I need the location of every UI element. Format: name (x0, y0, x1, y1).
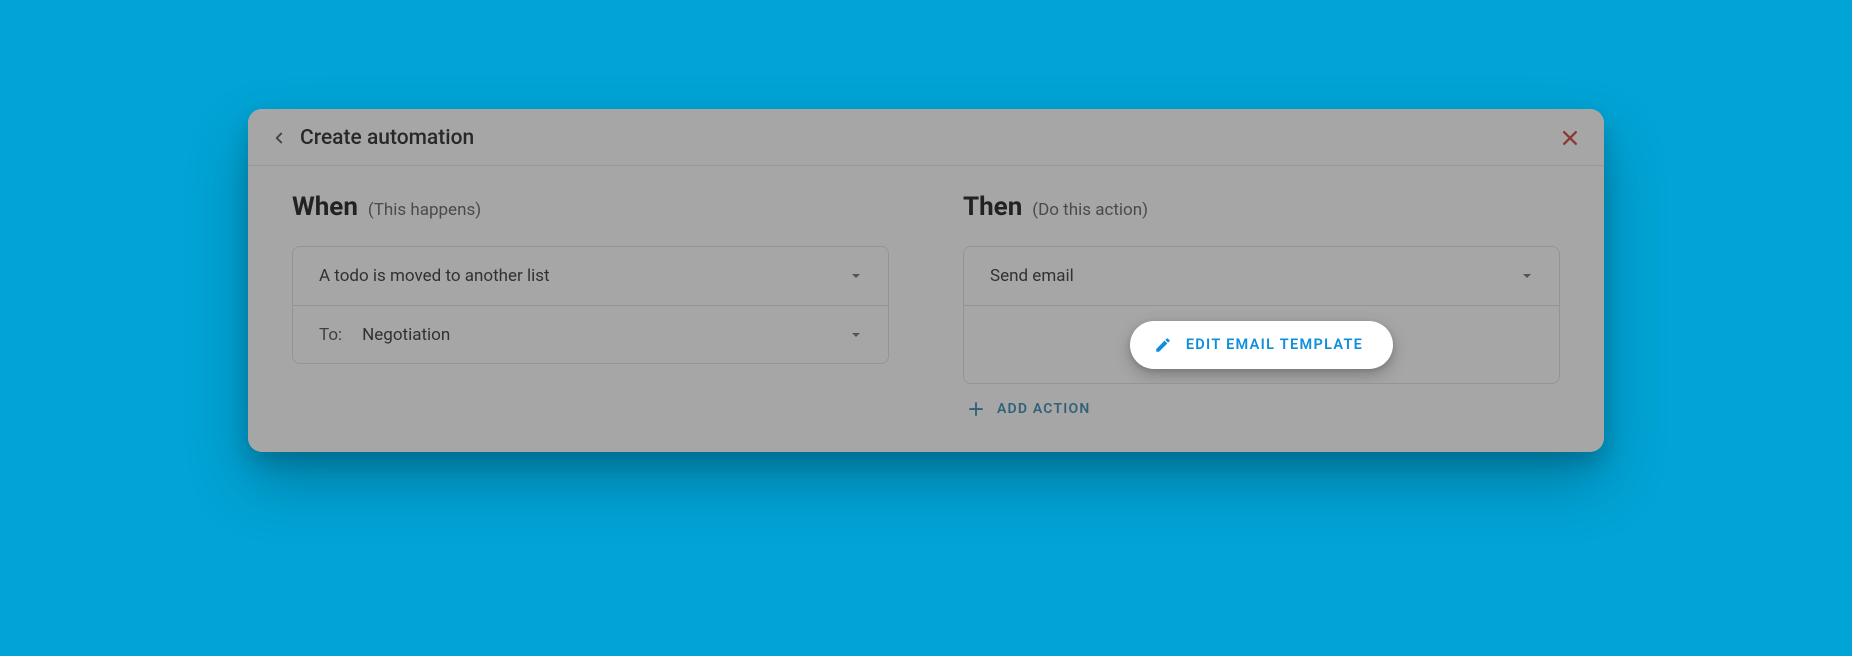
when-card: A todo is moved to another list To: Nego… (292, 246, 889, 364)
modal-title: Create automation (300, 126, 474, 150)
chevron-left-icon (270, 129, 288, 147)
then-heading: Then (Do this action) (963, 192, 1560, 222)
caret-down-icon (850, 270, 862, 282)
to-list-select[interactable]: To: Negotiation (293, 305, 888, 363)
caret-down-icon (1521, 270, 1533, 282)
modal-body: When (This happens) A todo is moved to a… (248, 166, 1604, 452)
then-heading-main: Then (963, 192, 1022, 222)
back-button[interactable] (266, 125, 292, 151)
action-value: Send email (990, 266, 1521, 286)
then-card: Send email EDIT EMAIL TEMPLATE (963, 246, 1560, 384)
edit-email-template-button[interactable]: EDIT EMAIL TEMPLATE (1130, 321, 1393, 369)
then-heading-sub: (Do this action) (1032, 200, 1148, 220)
trigger-value: A todo is moved to another list (319, 266, 850, 286)
action-config-row: EDIT EMAIL TEMPLATE (964, 305, 1559, 383)
create-automation-modal: Create automation When (This happens) A … (248, 109, 1604, 452)
when-column: When (This happens) A todo is moved to a… (292, 192, 889, 418)
edit-template-label: EDIT EMAIL TEMPLATE (1186, 336, 1363, 353)
close-icon (1560, 128, 1580, 148)
when-heading-main: When (292, 192, 358, 222)
to-value: Negotiation (362, 325, 850, 345)
plus-icon (967, 400, 985, 418)
action-select[interactable]: Send email (964, 247, 1559, 305)
add-action-label: ADD ACTION (997, 401, 1090, 417)
close-button[interactable] (1558, 126, 1582, 150)
to-label: To: (319, 325, 342, 345)
trigger-select[interactable]: A todo is moved to another list (293, 247, 888, 305)
when-heading-sub: (This happens) (368, 200, 481, 220)
pencil-icon (1154, 336, 1172, 354)
then-column: Then (Do this action) Send email EDIT EM… (963, 192, 1560, 418)
modal-header: Create automation (248, 109, 1604, 166)
when-heading: When (This happens) (292, 192, 889, 222)
caret-down-icon (850, 329, 862, 341)
add-action-button[interactable]: ADD ACTION (963, 384, 1560, 418)
